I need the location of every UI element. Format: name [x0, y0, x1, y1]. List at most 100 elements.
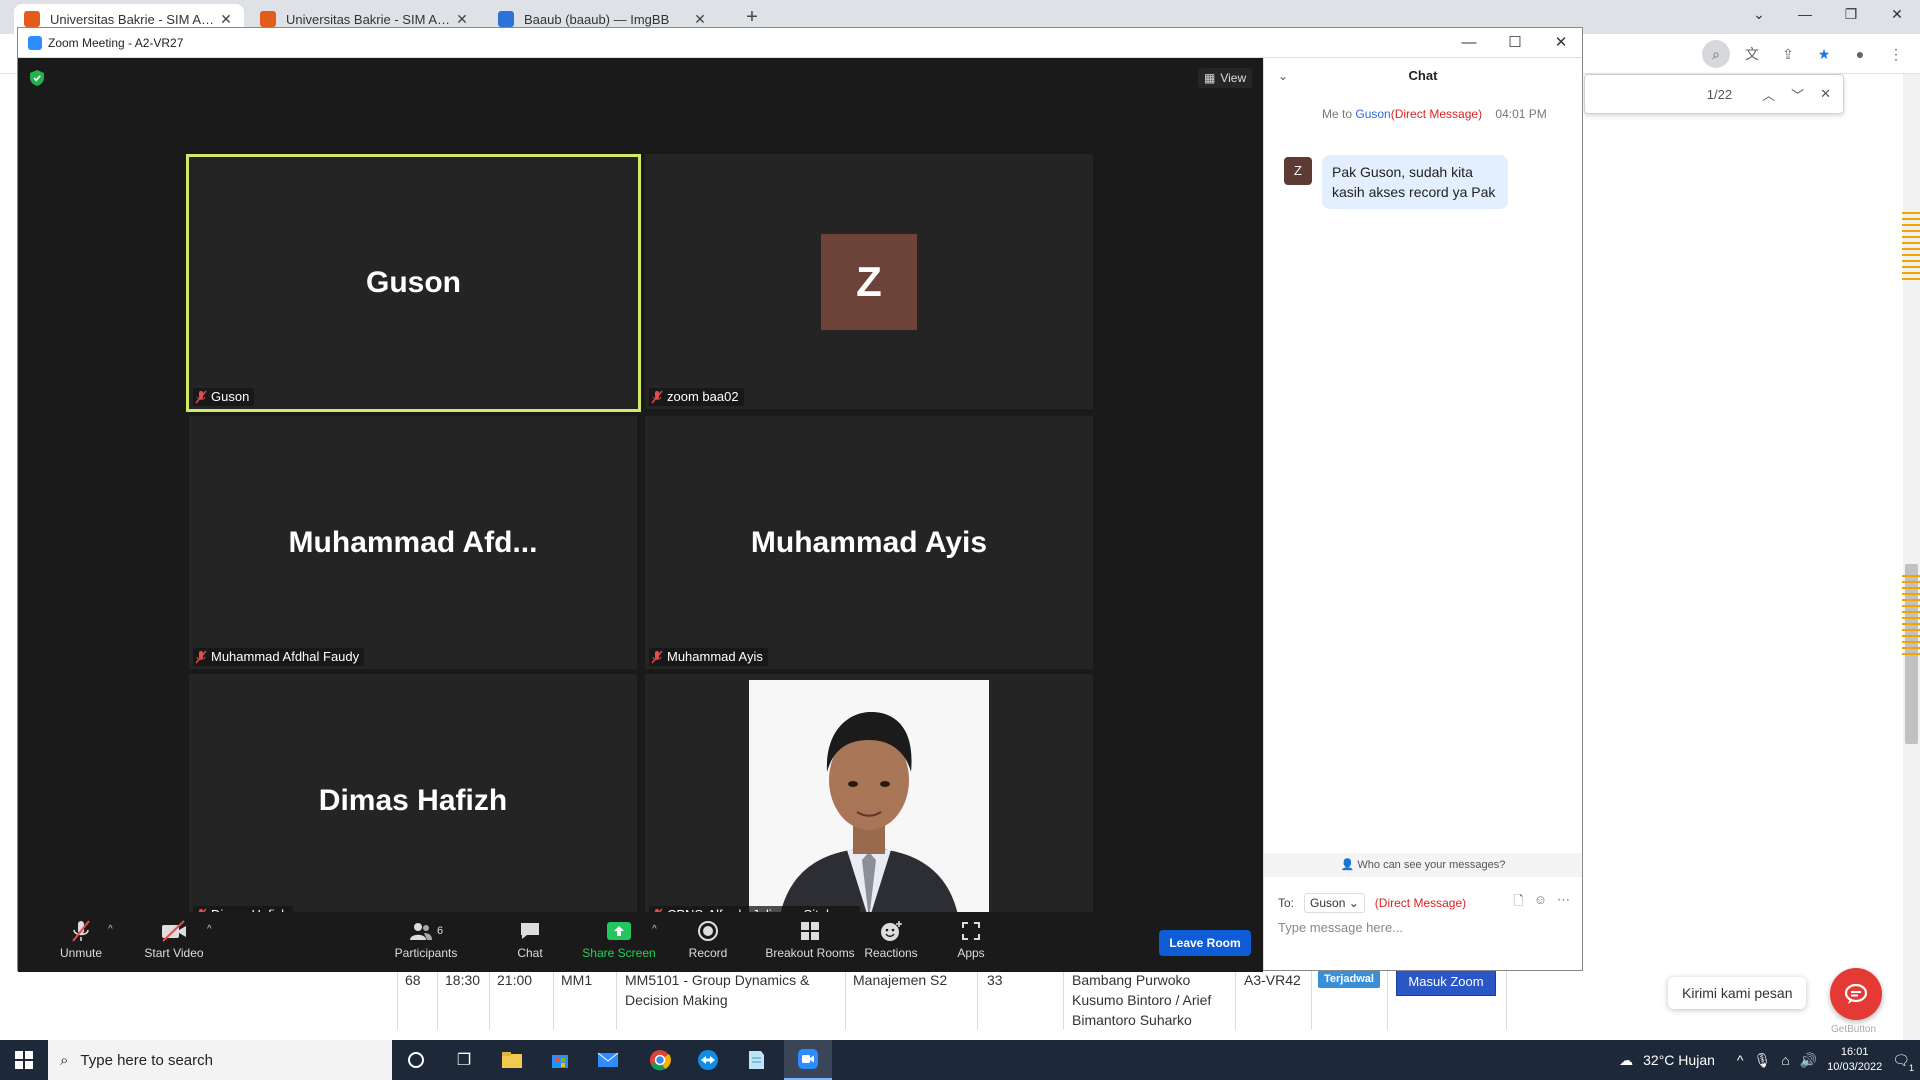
participants-count: 6	[436, 925, 444, 937]
row-code: MM1	[561, 972, 593, 988]
chat-button[interactable]: Chat	[485, 916, 575, 960]
notification-icon[interactable]: 🗨 1	[1892, 1052, 1914, 1073]
chat-message: Pak Guson, sudah kita kasih akses record…	[1322, 155, 1508, 209]
recipient-row: To: Guson ⌄ (Direct Message) 🗋 ☺ ⋯	[1278, 892, 1570, 914]
reactions-icon	[881, 921, 902, 941]
cortana-icon[interactable]	[392, 1040, 440, 1080]
tab-search-icon[interactable]: ⌄	[1736, 0, 1782, 30]
find-icon[interactable]: ⌕	[1702, 40, 1730, 68]
chat-widget-label[interactable]: Kirimi kami pesan	[1668, 977, 1807, 1009]
avatar: Z	[1284, 157, 1312, 185]
recipient-select[interactable]: Guson ⌄	[1304, 893, 1365, 913]
view-button[interactable]: ▦ View	[1198, 68, 1253, 88]
unmute-button[interactable]: Unmute	[36, 916, 126, 960]
start-video-button[interactable]: Start Video	[129, 916, 219, 960]
message-time: 04:01 PM	[1495, 107, 1547, 121]
mail-icon[interactable]	[584, 1040, 632, 1080]
status-badge: Terjadwal	[1318, 970, 1380, 988]
participant-tile[interactable]: Guson Guson	[186, 154, 641, 412]
participant-name-large: Dimas Hafizh	[318, 783, 508, 817]
zoom-title-bar: Zoom Meeting - A2-VR27 — ☐ ✕	[18, 28, 1582, 58]
chevron-down-icon[interactable]: ﹀	[1791, 85, 1804, 104]
message-recipient[interactable]: Guson	[1355, 107, 1390, 121]
participant-label: Muhammad Ayis	[649, 648, 768, 666]
minimize-icon[interactable]: —	[1446, 28, 1492, 58]
weather-icon[interactable]: ☁	[1619, 1052, 1633, 1069]
message-icon	[1844, 983, 1868, 1004]
chevron-up-icon[interactable]: ^	[108, 924, 113, 935]
window-title: Zoom Meeting - A2-VR27	[48, 35, 184, 50]
close-icon[interactable]: ✕	[1820, 86, 1831, 102]
getbutton-credit: GetButton	[1831, 1024, 1877, 1035]
participant-photo	[749, 680, 989, 920]
share-icon[interactable]: ⇪	[1774, 40, 1802, 68]
menu-icon[interactable]: ⋮	[1882, 40, 1910, 68]
file-explorer-icon[interactable]	[488, 1040, 536, 1080]
microphone-icon[interactable]: 🎙	[1753, 1052, 1771, 1069]
emoji-icon[interactable]: ☺	[1534, 892, 1547, 914]
row-start: 18:30	[445, 972, 481, 988]
share-screen-button[interactable]: Share Screen	[574, 916, 664, 960]
zoom-logo-icon	[28, 35, 42, 50]
start-button[interactable]	[0, 1040, 48, 1080]
chrome-icon[interactable]	[636, 1040, 684, 1080]
message-input[interactable]: Type message here...	[1278, 920, 1403, 935]
bookmark-star-icon[interactable]: ★	[1810, 40, 1838, 68]
restore-icon[interactable]: ❐	[1828, 0, 1874, 30]
chevron-up-icon[interactable]: ^	[207, 924, 212, 935]
chat-panel: ⌄ Chat Me to Guson(Direct Message) 04:01…	[1263, 58, 1582, 970]
store-icon[interactable]	[536, 1040, 584, 1080]
participant-tile[interactable]: CPNS-Alfredo Juliansa Sitohang	[645, 674, 1093, 927]
chat-widget-button[interactable]	[1830, 968, 1882, 1020]
taskbar-search[interactable]: ⌕ Type here to search	[48, 1040, 392, 1080]
teamviewer-icon[interactable]	[684, 1040, 732, 1080]
zoom-taskbar-icon[interactable]	[784, 1040, 832, 1080]
file-icon[interactable]: 🗋	[1513, 892, 1523, 914]
minimize-icon[interactable]: —	[1782, 0, 1828, 30]
task-view-icon[interactable]: ❐	[440, 1040, 488, 1080]
more-icon[interactable]: ⋯	[1557, 892, 1570, 914]
participant-tile[interactable]: Muhammad Ayis Muhammad Ayis	[645, 416, 1093, 669]
participants-button[interactable]: 6 Participants	[381, 916, 471, 960]
imgbb-icon	[498, 11, 514, 27]
chevron-up-icon[interactable]: ^	[1737, 1052, 1744, 1068]
close-icon[interactable]: ✕	[218, 11, 234, 28]
close-icon[interactable]: ✕	[692, 11, 708, 28]
notepad-icon[interactable]	[732, 1040, 780, 1080]
tab-title: Universitas Bakrie - SIM Akademik	[286, 11, 454, 27]
maximize-icon[interactable]: ☐	[1492, 28, 1538, 58]
who-can-see-link[interactable]: 👤 Who can see your messages?	[1264, 853, 1582, 877]
chevron-up-icon[interactable]: ︿	[1762, 85, 1775, 104]
shield-icon[interactable]	[30, 70, 44, 86]
find-bar: 1/22 ︿ ﹀ ✕	[1584, 74, 1844, 114]
network-icon[interactable]: ⌂	[1781, 1052, 1789, 1068]
bakrie-icon	[260, 11, 276, 27]
close-icon[interactable]: ✕	[1538, 28, 1584, 58]
participant-name-large: Guson	[366, 266, 461, 299]
chevron-up-icon[interactable]: ^	[652, 924, 657, 935]
chat-icon	[521, 923, 539, 939]
close-icon[interactable]: ✕	[454, 11, 470, 28]
video-gallery: ▦ View Guson Guson Z zoom baa02 Muhammad…	[18, 58, 1263, 942]
bakrie-icon	[24, 11, 40, 27]
meeting-controls: Unmute ^ Start Video ^ 6 Participants Ch…	[18, 912, 1263, 972]
clock[interactable]: 16:01 10/03/2022	[1827, 1045, 1882, 1075]
leave-room-button[interactable]: Leave Room	[1159, 930, 1251, 956]
weather-text[interactable]: 32°C Hujan	[1643, 1052, 1715, 1068]
row-room: A3-VR42	[1244, 972, 1301, 988]
close-window-icon[interactable]: ✕	[1874, 0, 1920, 30]
participant-tile[interactable]: Muhammad Afd... Muhammad Afdhal Faudy	[189, 416, 637, 669]
reactions-button[interactable]: Reactions	[846, 916, 936, 960]
record-button[interactable]: Record	[663, 916, 753, 960]
chevron-down-icon[interactable]: ⌄	[1278, 58, 1288, 94]
participant-tile[interactable]: Z zoom baa02	[645, 154, 1093, 409]
apps-button[interactable]: Apps	[926, 916, 1016, 960]
volume-icon[interactable]: 🔊	[1800, 1052, 1817, 1069]
zoom-window: Zoom Meeting - A2-VR27 — ☐ ✕ ▦ View Guso…	[17, 27, 1583, 972]
participant-tile[interactable]: Dimas Hafizh Dimas Hafizh	[189, 674, 637, 927]
grid-icon: ▦	[1204, 71, 1216, 85]
mic-muted-icon	[195, 650, 207, 664]
translate-icon[interactable]: 文	[1738, 40, 1766, 68]
row-lecturer: Bambang Purwoko Kusumo Bintoro / Arief B…	[1072, 972, 1212, 1028]
profile-icon[interactable]: ●	[1846, 40, 1874, 68]
